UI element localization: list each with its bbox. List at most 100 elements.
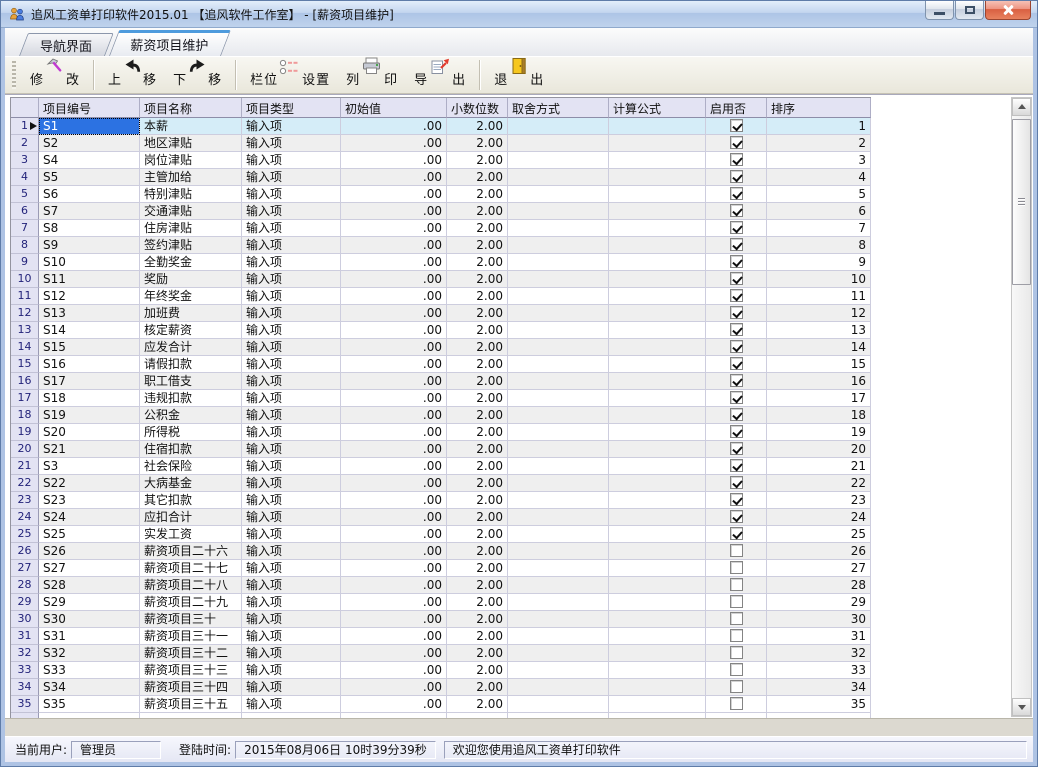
cell-order[interactable]: 19	[767, 424, 871, 441]
enabled-checkbox[interactable]	[730, 408, 743, 421]
cell-rounding[interactable]	[508, 543, 609, 560]
cell-code[interactable]: S5	[39, 169, 140, 186]
cell-type[interactable]: 输入项	[242, 424, 341, 441]
cell-code[interactable]: S34	[39, 679, 140, 696]
cell-order[interactable]: 9	[767, 254, 871, 271]
enabled-checkbox[interactable]	[730, 561, 743, 574]
cell-init[interactable]: .00	[341, 679, 447, 696]
enabled-checkbox[interactable]	[730, 204, 743, 217]
cell-order[interactable]: 25	[767, 526, 871, 543]
cell-enabled[interactable]	[706, 271, 767, 288]
cell-enabled[interactable]	[706, 305, 767, 322]
cell-name[interactable]: 薪资项目三十一	[140, 628, 242, 645]
cell-formula[interactable]	[609, 390, 706, 407]
enabled-checkbox[interactable]	[730, 238, 743, 251]
cell-decimals[interactable]: 2.00	[447, 475, 508, 492]
minimize-button[interactable]	[925, 1, 954, 20]
cell-type[interactable]: 输入项	[242, 322, 341, 339]
cell-enabled[interactable]	[706, 237, 767, 254]
cell-enabled[interactable]	[706, 560, 767, 577]
enabled-checkbox[interactable]	[730, 425, 743, 438]
cell-formula[interactable]	[609, 305, 706, 322]
row-number-cell[interactable]: 16	[11, 373, 39, 390]
column-header-name[interactable]: 项目名称	[140, 98, 242, 118]
cell-order[interactable]: 27	[767, 560, 871, 577]
row-number-cell[interactable]: 35	[11, 696, 39, 713]
enabled-checkbox[interactable]	[730, 646, 743, 659]
cell-rounding[interactable]	[508, 186, 609, 203]
cell-formula[interactable]	[609, 543, 706, 560]
cell-order[interactable]: 1	[767, 118, 871, 135]
cell-decimals[interactable]: 2.00	[447, 356, 508, 373]
cell-enabled[interactable]	[706, 475, 767, 492]
cell-code[interactable]: S35	[39, 696, 140, 713]
cell-decimals[interactable]: 2.00	[447, 458, 508, 475]
cell-decimals[interactable]: 2.00	[447, 186, 508, 203]
cell-formula[interactable]	[609, 492, 706, 509]
cell-code[interactable]: S9	[39, 237, 140, 254]
cell-order[interactable]: 21	[767, 458, 871, 475]
cell-order[interactable]: 12	[767, 305, 871, 322]
cell-code[interactable]: S13	[39, 305, 140, 322]
cell-enabled[interactable]	[706, 577, 767, 594]
cell-init[interactable]: .00	[341, 356, 447, 373]
cell-rounding[interactable]	[508, 475, 609, 492]
cell-init[interactable]: .00	[341, 186, 447, 203]
cell-name[interactable]: 住宿扣款	[140, 441, 242, 458]
cell-rounding[interactable]	[508, 407, 609, 424]
cell-enabled[interactable]	[706, 594, 767, 611]
row-number-cell[interactable]: 3	[11, 152, 39, 169]
cell-code[interactable]: S22	[39, 475, 140, 492]
cell-formula[interactable]	[609, 271, 706, 288]
cell-code[interactable]: S11	[39, 271, 140, 288]
cell-name[interactable]: 薪资项目三十四	[140, 679, 242, 696]
cell-type[interactable]: 输入项	[242, 169, 341, 186]
cell-enabled[interactable]	[706, 441, 767, 458]
cell-enabled[interactable]	[706, 254, 767, 271]
cell-decimals[interactable]: 2.00	[447, 509, 508, 526]
row-number-cell[interactable]: 14	[11, 339, 39, 356]
move-down-button[interactable]: 下 移	[165, 58, 230, 92]
cell-type[interactable]: 输入项	[242, 152, 341, 169]
cell-init[interactable]: .00	[341, 271, 447, 288]
cell-decimals[interactable]: 2.00	[447, 288, 508, 305]
cell-code[interactable]: S17	[39, 373, 140, 390]
enabled-checkbox[interactable]	[730, 119, 743, 132]
cell-type[interactable]: 输入项	[242, 526, 341, 543]
cell-rounding[interactable]	[508, 356, 609, 373]
cell-order[interactable]: 14	[767, 339, 871, 356]
row-number-cell[interactable]: 12	[11, 305, 39, 322]
cell-enabled[interactable]	[706, 288, 767, 305]
cell-rounding[interactable]	[508, 458, 609, 475]
enabled-checkbox[interactable]	[730, 544, 743, 557]
cell-formula[interactable]	[609, 186, 706, 203]
cell-rounding[interactable]	[508, 526, 609, 543]
cell-enabled[interactable]	[706, 696, 767, 713]
cell-enabled[interactable]	[706, 220, 767, 237]
enabled-checkbox[interactable]	[730, 476, 743, 489]
cell-name[interactable]: 应扣合计	[140, 509, 242, 526]
cell-type[interactable]: 输入项	[242, 577, 341, 594]
cell-type[interactable]: 输入项	[242, 254, 341, 271]
row-number-cell[interactable]: 17	[11, 390, 39, 407]
cell-order[interactable]: 18	[767, 407, 871, 424]
cell-type[interactable]: 输入项	[242, 475, 341, 492]
cell-code[interactable]: S24	[39, 509, 140, 526]
cell-rounding[interactable]	[508, 577, 609, 594]
row-number-cell[interactable]: 21	[11, 458, 39, 475]
cell-decimals[interactable]: 2.00	[447, 407, 508, 424]
column-header-rounding[interactable]: 取舍方式	[508, 98, 609, 118]
cell-rounding[interactable]	[508, 628, 609, 645]
enabled-checkbox[interactable]	[730, 680, 743, 693]
cell-name[interactable]: 地区津贴	[140, 135, 242, 152]
cell-init[interactable]: .00	[341, 288, 447, 305]
cell-enabled[interactable]	[706, 526, 767, 543]
cell-code[interactable]: S23	[39, 492, 140, 509]
cell-formula[interactable]	[609, 118, 706, 135]
cell-init[interactable]: .00	[341, 339, 447, 356]
cell-order[interactable]: 31	[767, 628, 871, 645]
scroll-down-button[interactable]	[1012, 698, 1031, 716]
cell-rounding[interactable]	[508, 203, 609, 220]
cell-order[interactable]: 13	[767, 322, 871, 339]
cell-rounding[interactable]	[508, 560, 609, 577]
